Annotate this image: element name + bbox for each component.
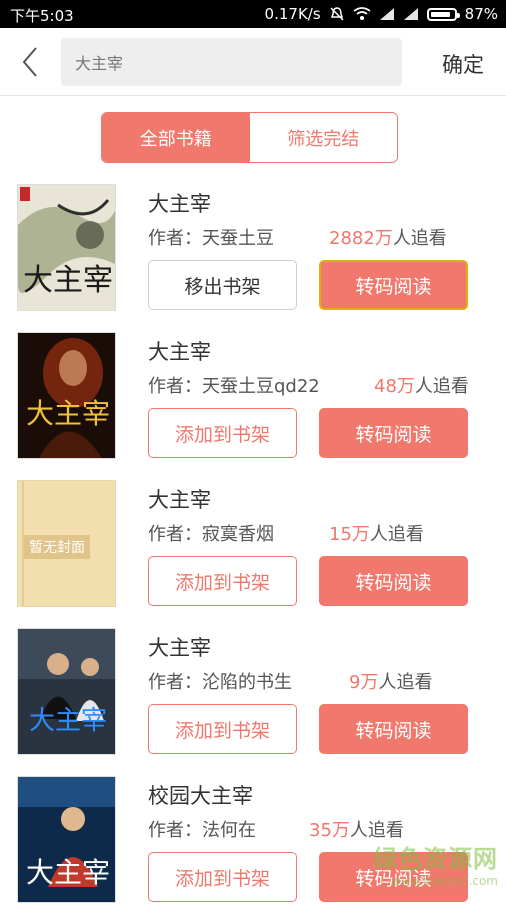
book-cover[interactable]: 暂无封面 — [17, 480, 116, 607]
cover-title: 大主宰 — [26, 397, 110, 430]
remove-from-shelf-button[interactable]: 移出书架 — [148, 260, 297, 310]
followers-count: 9万 — [349, 672, 379, 693]
cover-title: 大主宰 — [29, 706, 107, 736]
book-list: 大主宰 大主宰 作者：天蚕土豆 2882万人追看 移出书架 转码阅读 大主宰 大… — [0, 178, 506, 918]
search-input[interactable] — [61, 38, 402, 86]
add-to-shelf-button[interactable]: 添加到书架 — [148, 704, 297, 754]
mute-icon — [330, 7, 344, 21]
author-line: 作者：天蚕土豆qd22 — [148, 372, 320, 398]
cover-image: 大主宰 — [18, 333, 115, 458]
add-to-shelf-button[interactable]: 添加到书架 — [148, 556, 297, 606]
filter-tabs: 全部书籍 筛选完结 — [101, 112, 398, 163]
list-item: 暂无封面 大主宰 作者：寂寞香烟 15万人追看 添加到书架 转码阅读 — [0, 474, 506, 622]
followers-suffix: 人追看 — [414, 376, 469, 397]
followers-suffix: 人追看 — [349, 820, 404, 841]
list-item: 大主宰 大主宰 作者：沦陷的书生 9万人追看 添加到书架 转码阅读 — [0, 622, 506, 770]
followers-count: 48万 — [374, 376, 415, 397]
no-cover-label: 暂无封面 — [29, 540, 85, 556]
list-item: 大主宰 大主宰 作者：天蚕土豆 2882万人追看 移出书架 转码阅读 — [0, 178, 506, 326]
author-prefix: 作者： — [148, 820, 202, 841]
confirm-button[interactable]: 确定 — [442, 49, 484, 79]
book-title[interactable]: 大主宰 — [148, 484, 211, 514]
read-button[interactable]: 转码阅读 — [319, 260, 468, 310]
book-title[interactable]: 大主宰 — [148, 336, 211, 366]
cover-image: 大主宰 — [18, 629, 115, 754]
author-prefix: 作者： — [148, 376, 202, 397]
book-cover[interactable]: 大主宰 — [17, 776, 116, 903]
tab-all-books[interactable]: 全部书籍 — [102, 113, 250, 162]
author-name: 沦陷的书生 — [202, 672, 292, 693]
battery-percent: 87% — [464, 5, 498, 23]
author-prefix: 作者： — [148, 672, 202, 693]
book-cover[interactable]: 大主宰 — [17, 628, 116, 755]
status-icons: 0.17K/s 87% — [265, 5, 498, 23]
status-bar: 下午5:03 0.17K/s 87% — [0, 0, 506, 28]
book-cover[interactable]: 大主宰 — [17, 184, 116, 311]
cover-title: 大主宰 — [23, 263, 113, 298]
author-name: 法何在 — [202, 820, 256, 841]
followers: 48万人追看 — [374, 372, 469, 398]
author-name: 寂寞香烟 — [202, 524, 274, 545]
followers-suffix: 人追看 — [369, 524, 424, 545]
followers-suffix: 人追看 — [392, 228, 447, 249]
cover-image: 大主宰 — [18, 777, 115, 902]
book-title[interactable]: 大主宰 — [148, 188, 211, 218]
followers: 2882万人追看 — [329, 224, 447, 250]
cover-placeholder: 暂无封面 — [18, 481, 115, 606]
author-line: 作者：寂寞香烟 — [148, 520, 274, 546]
followers: 15万人追看 — [329, 520, 424, 546]
status-time: 下午5:03 — [10, 7, 74, 25]
chevron-left-icon — [22, 47, 37, 77]
watermark-title: 绿色资源网 — [373, 845, 498, 873]
signal-icon-2 — [403, 8, 418, 20]
net-speed: 0.17K/s — [264, 5, 321, 23]
followers: 9万人追看 — [349, 668, 432, 694]
author-line: 作者：法何在 — [148, 816, 256, 842]
author-name: 天蚕土豆qd22 — [202, 376, 320, 397]
add-to-shelf-button[interactable]: 添加到书架 — [148, 408, 297, 458]
author-line: 作者：天蚕土豆 — [148, 224, 274, 250]
watermark: 绿色资源网 www.downcc.com — [373, 839, 498, 888]
battery-icon — [426, 7, 460, 21]
list-item: 大主宰 大主宰 作者：天蚕土豆qd22 48万人追看 添加到书架 转码阅读 — [0, 326, 506, 474]
followers-count: 2882万 — [329, 228, 393, 249]
read-button[interactable]: 转码阅读 — [319, 704, 468, 754]
followers-count: 35万 — [309, 820, 350, 841]
signal-icon — [379, 8, 394, 20]
author-name: 天蚕土豆 — [202, 228, 274, 249]
followers-suffix: 人追看 — [378, 672, 433, 693]
book-title[interactable]: 校园大主宰 — [148, 780, 253, 810]
tab-filter-finished[interactable]: 筛选完结 — [249, 113, 397, 162]
book-title[interactable]: 大主宰 — [148, 632, 211, 662]
followers-count: 15万 — [329, 524, 370, 545]
back-button[interactable] — [14, 42, 50, 82]
cover-title: 大主宰 — [26, 856, 110, 889]
read-button[interactable]: 转码阅读 — [319, 556, 468, 606]
add-to-shelf-button[interactable]: 添加到书架 — [148, 852, 297, 902]
author-line: 作者：沦陷的书生 — [148, 668, 292, 694]
author-prefix: 作者： — [148, 228, 202, 249]
author-prefix: 作者： — [148, 524, 202, 545]
book-cover[interactable]: 大主宰 — [17, 332, 116, 459]
read-button[interactable]: 转码阅读 — [319, 408, 468, 458]
cover-image: 大主宰 — [18, 185, 115, 310]
wifi-icon — [353, 7, 371, 20]
search-box[interactable] — [61, 38, 402, 86]
watermark-url: www.downcc.com — [390, 874, 498, 888]
top-bar: 确定 — [0, 28, 506, 96]
battery-fill — [430, 11, 450, 17]
